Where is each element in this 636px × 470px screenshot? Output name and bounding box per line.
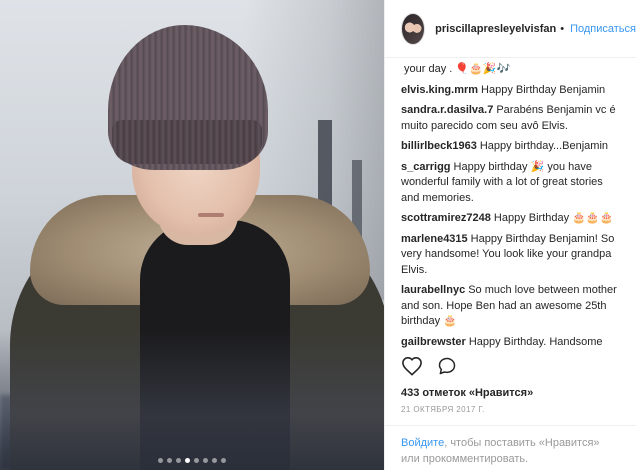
comment-username[interactable]: s_carrigg	[401, 161, 451, 173]
foreground-blur	[0, 330, 384, 470]
carousel-dot[interactable]	[221, 458, 226, 463]
post-date: 21 октября 2017 г.	[401, 405, 485, 414]
likes-count[interactable]: 433 отметок «Нравится»	[401, 387, 533, 399]
carousel-dot-active[interactable]	[185, 458, 190, 463]
carousel-dot[interactable]	[167, 458, 172, 463]
comment: sandra.r.dasilva.7 Parabéns Benjamin vc é…	[401, 103, 621, 134]
comment-text: Happy Birthday 🎂🎂🎂	[493, 212, 614, 224]
follow-button[interactable]: Подписаться	[570, 23, 636, 35]
post-header: priscillapresleyelvisfan • Подписаться	[385, 0, 636, 58]
carousel-dot[interactable]	[176, 458, 181, 463]
comment-username[interactable]: billirlbeck1963	[401, 140, 477, 152]
comment: laurabellnyc So much love between mother …	[401, 283, 621, 330]
comment: s_carrigg Happy birthday 🎉 you have wonde…	[401, 160, 621, 207]
comment: scottramirez7248 Happy Birthday 🎂🎂🎂	[401, 211, 621, 227]
mouth	[198, 213, 224, 217]
comment: gailbrewsterHappy Birthday. Handsome jus…	[401, 335, 621, 349]
beanie-band	[112, 120, 262, 164]
comment-username[interactable]: scottramirez7248	[401, 212, 491, 224]
comments-list[interactable]: your day . 🎈🎂🎉🎶 elvis.king.mrm Happy Birt…	[385, 58, 636, 348]
carousel-dot[interactable]	[203, 458, 208, 463]
comment-text: Happy birthday...Benjamin	[479, 140, 609, 152]
comment-username[interactable]: sandra.r.dasilva.7	[401, 104, 493, 116]
comment: your day . 🎈🎂🎉🎶	[401, 62, 621, 78]
login-link[interactable]: Войдите	[401, 437, 444, 449]
comment-username[interactable]: laurabellnyc	[401, 284, 465, 296]
carousel-indicator[interactable]	[0, 458, 384, 463]
post-side-panel: priscillapresleyelvisfan • Подписаться y…	[384, 0, 636, 470]
comment-bubble-icon[interactable]	[437, 356, 457, 379]
carousel-dot[interactable]	[212, 458, 217, 463]
separator-dot: •	[560, 22, 565, 35]
comment: billirlbeck1963 Happy birthday...Benjamin	[401, 139, 621, 155]
comment: elvis.king.mrm Happy Birthday Benjamin	[401, 83, 621, 99]
comment: marlene4315 Happy Birthday Benjamin! So v…	[401, 232, 621, 279]
avatar[interactable]	[401, 12, 426, 45]
comment-text: Happy Birthday Benjamin	[481, 83, 606, 96]
carousel-dot[interactable]	[194, 458, 199, 463]
comment-username[interactable]: gailbrewster	[401, 336, 466, 348]
carousel-dot[interactable]	[158, 458, 163, 463]
post-actions	[401, 355, 457, 379]
username[interactable]: priscillapresleyelvisfan	[435, 23, 556, 35]
comment-text: your day . 🎈🎂🎉🎶	[404, 63, 511, 75]
comment-username[interactable]: elvis.king.mrm	[401, 84, 478, 96]
login-prompt: Войдите, чтобы поставить «Нравится» или …	[385, 425, 636, 467]
heart-icon[interactable]	[401, 356, 423, 379]
comment-username[interactable]: marlene4315	[401, 233, 468, 245]
post-photo[interactable]	[0, 0, 384, 470]
